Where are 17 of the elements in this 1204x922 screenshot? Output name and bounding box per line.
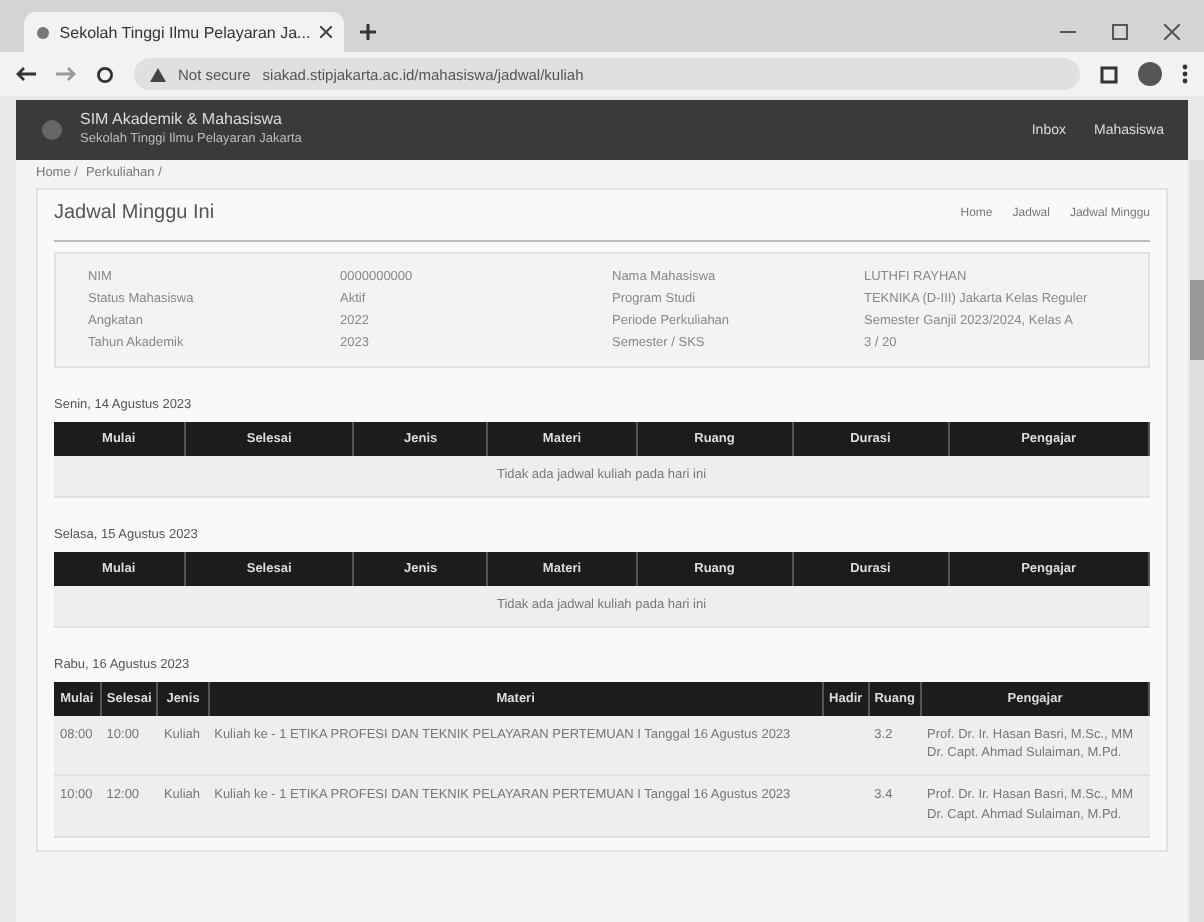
menu-icon[interactable] <box>1182 64 1188 84</box>
close-icon[interactable] <box>1164 24 1180 40</box>
back-icon[interactable] <box>16 66 36 82</box>
reload-icon[interactable] <box>96 65 114 83</box>
plus-icon[interactable] <box>360 24 376 40</box>
globe-icon <box>36 25 50 39</box>
logo-icon <box>40 118 64 142</box>
page-title: Jadwal Minggu Ini <box>54 202 215 224</box>
avatar-icon[interactable] <box>1138 62 1162 86</box>
warning-icon <box>150 67 166 81</box>
extension-icon[interactable] <box>1100 65 1118 83</box>
forward-icon[interactable] <box>56 66 76 82</box>
scrollbar[interactable] <box>1190 160 1204 922</box>
app-title: SIM Akademik & Mahasiswa <box>80 110 284 130</box>
browser-tab[interactable]: Sekolah Tinggi Ilmu Pelayaran Ja... <box>24 12 344 52</box>
maximize-icon[interactable] <box>1112 24 1128 40</box>
close-icon[interactable] <box>320 26 332 38</box>
